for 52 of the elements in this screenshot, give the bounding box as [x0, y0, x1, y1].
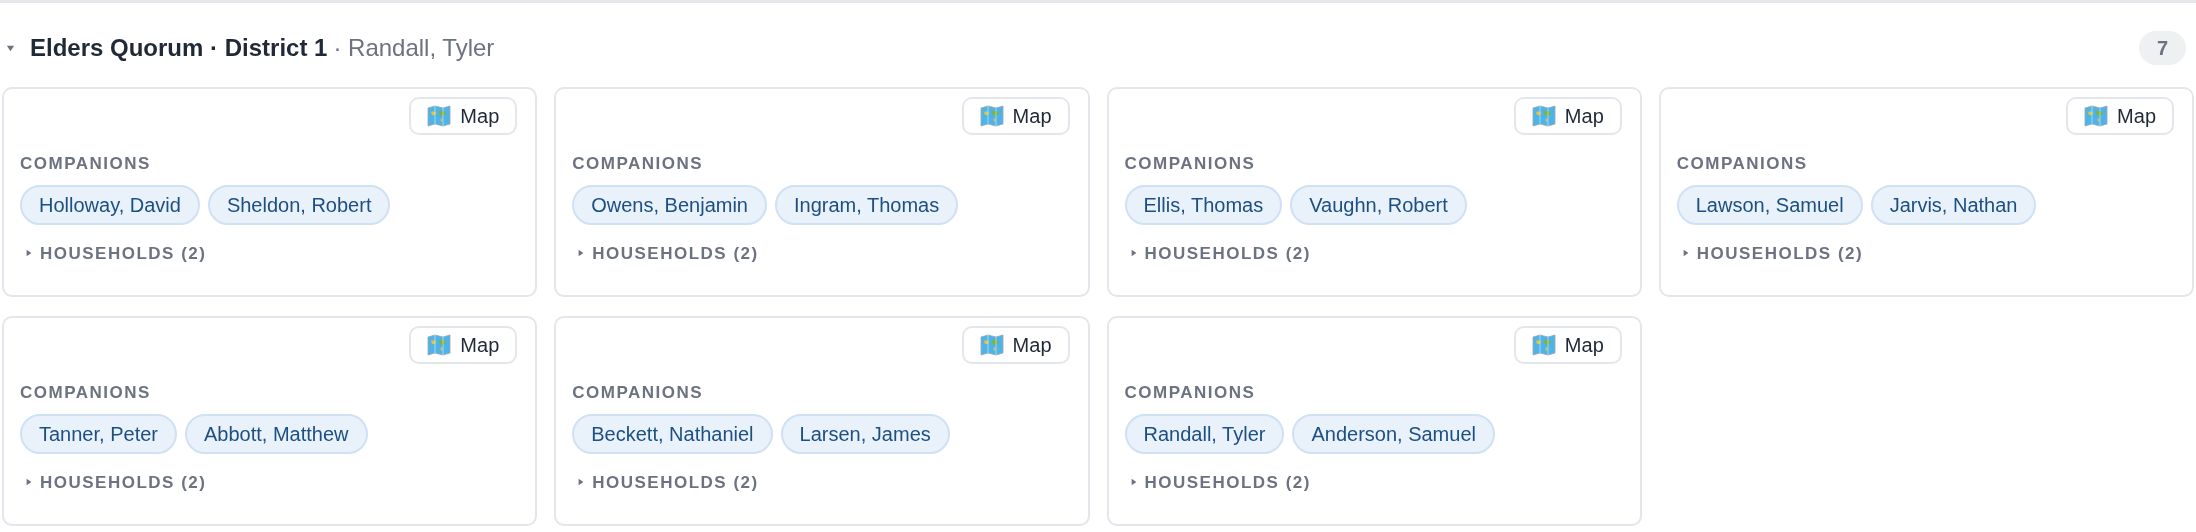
expand-caret-icon — [1681, 249, 1690, 258]
companions-label: COMPANIONS — [20, 382, 152, 404]
companions-label: COMPANIONS — [20, 153, 152, 175]
map-button[interactable]: Map — [2066, 97, 2174, 135]
map-icon — [979, 334, 1004, 356]
map-button[interactable]: Map — [409, 97, 518, 135]
companions-label: COMPANIONS — [572, 153, 705, 175]
map-icon — [427, 105, 452, 127]
expand-caret-icon — [577, 249, 586, 258]
households-toggle[interactable]: HOUSEHOLDS (2) — [25, 240, 207, 266]
map-icon — [979, 105, 1004, 127]
companion-chip: Holloway, David — [20, 184, 200, 225]
map-button[interactable]: Map — [961, 97, 1070, 135]
map-icon — [1531, 334, 1556, 356]
companion-chip: Lawson, Samuel — [1676, 184, 1863, 225]
households-toggle[interactable]: HOUSEHOLDS (2) — [1681, 240, 1864, 266]
expand-caret-icon — [1129, 478, 1138, 487]
expand-caret-icon — [25, 478, 33, 487]
companion-chip: Vaughn, Robert — [1290, 184, 1467, 225]
companion-chip: Tanner, Peter — [20, 413, 177, 454]
companion-chip: Owens, Benjamin — [572, 184, 767, 225]
households-toggle[interactable]: HOUSEHOLDS (2) — [577, 469, 759, 495]
group-title: Elders Quorum · District 1 — [30, 33, 328, 63]
expand-caret-icon — [1129, 249, 1138, 258]
companion-chip: Abbott, Matthew — [184, 413, 368, 454]
households-toggle[interactable]: HOUSEHOLDS (2) — [1129, 240, 1311, 266]
companions-label: COMPANIONS — [1676, 153, 1809, 175]
companions-label: COMPANIONS — [1124, 382, 1257, 404]
households-toggle[interactable]: HOUSEHOLDS (2) — [1129, 469, 1311, 495]
companion-chip: Sheldon, Robert — [207, 184, 391, 225]
expand-caret-icon — [577, 478, 586, 487]
map-button[interactable]: Map — [1513, 326, 1622, 364]
companion-chip: Jarvis, Nathan — [1870, 184, 2037, 225]
map-icon — [2084, 105, 2109, 127]
companions-label: COMPANIONS — [572, 382, 705, 404]
map-button[interactable]: Map — [961, 326, 1070, 364]
households-toggle[interactable]: HOUSEHOLDS (2) — [577, 240, 759, 266]
map-button[interactable]: Map — [409, 326, 518, 364]
map-icon — [427, 334, 452, 356]
companions-label: COMPANIONS — [1124, 153, 1257, 175]
map-icon — [1531, 105, 1556, 127]
companion-chip: Ellis, Thomas — [1124, 184, 1283, 225]
map-button[interactable]: Map — [1513, 97, 1622, 135]
companion-chip: Beckett, Nathaniel — [572, 413, 773, 454]
companion-chip: Ingram, Thomas — [775, 184, 959, 225]
count-badge: 7 — [2138, 31, 2186, 65]
households-toggle[interactable]: HOUSEHOLDS (2) — [25, 469, 207, 495]
companion-chip: Anderson, Samuel — [1292, 413, 1495, 454]
expand-caret-icon — [25, 249, 33, 258]
companion-chip: Randall, Tyler — [1124, 413, 1285, 454]
group-leader: · Randall, Tyler — [333, 33, 495, 63]
companion-chip: Larsen, James — [780, 413, 950, 454]
